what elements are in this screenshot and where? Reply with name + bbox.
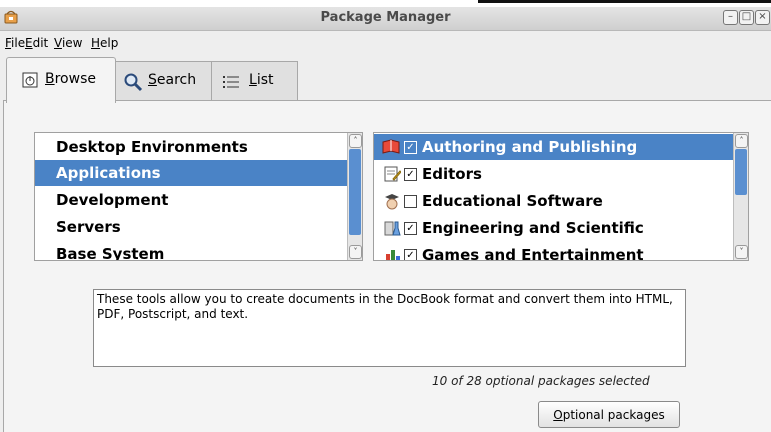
list-item[interactable]: ✓ Games and Entertainment bbox=[374, 242, 734, 260]
scroll-down-icon[interactable]: ˅ bbox=[349, 245, 362, 259]
menu-bar: File Edit View Help bbox=[0, 31, 771, 53]
editor-icon bbox=[384, 166, 401, 182]
package-description: These tools allow you to create document… bbox=[93, 289, 686, 367]
scroll-down-icon[interactable]: ˅ bbox=[735, 245, 748, 259]
list-item[interactable]: Desktop Environments bbox=[35, 134, 362, 160]
category-checkbox[interactable] bbox=[404, 195, 417, 208]
minimize-button[interactable]: – bbox=[723, 10, 738, 25]
window-title: Package Manager bbox=[320, 10, 451, 25]
scroll-thumb[interactable] bbox=[735, 149, 747, 195]
list-item[interactable]: Applications bbox=[35, 160, 347, 186]
scroll-thumb[interactable] bbox=[349, 149, 361, 235]
title-bar[interactable]: Package Manager – □ × bbox=[0, 7, 771, 31]
category-checkbox[interactable]: ✓ bbox=[404, 222, 417, 235]
group-list-scrollbar[interactable]: ˄ ˅ bbox=[347, 133, 362, 260]
optional-packages-button[interactable]: Optional packages bbox=[538, 401, 680, 428]
category-checkbox[interactable]: ✓ bbox=[404, 249, 417, 260]
education-icon bbox=[385, 194, 399, 210]
scroll-up-icon[interactable]: ˄ bbox=[349, 134, 362, 148]
category-list-scrollbar[interactable]: ˄ ˅ bbox=[733, 133, 748, 260]
list-item[interactable]: Development bbox=[35, 187, 362, 213]
close-button[interactable]: × bbox=[755, 10, 770, 25]
science-icon bbox=[384, 221, 401, 236]
list-item[interactable]: ✓ Authoring and Publishing bbox=[374, 134, 734, 160]
top-edge bbox=[0, 0, 771, 7]
menu-help[interactable]: Help bbox=[91, 36, 118, 50]
list-item[interactable]: Base System bbox=[35, 241, 362, 260]
selection-status: 10 of 28 optional packages selected bbox=[432, 374, 650, 388]
maximize-button[interactable]: □ bbox=[739, 10, 754, 25]
package-manager-window: Package Manager – □ × File Edit View Hel… bbox=[0, 0, 771, 432]
games-icon bbox=[386, 250, 400, 260]
scroll-up-icon[interactable]: ˄ bbox=[735, 134, 748, 148]
list-item[interactable]: Educational Software bbox=[374, 188, 734, 214]
category-checkbox[interactable]: ✓ bbox=[404, 141, 417, 154]
tab-search[interactable]: Search bbox=[114, 61, 213, 100]
browse-icon bbox=[22, 72, 38, 88]
list-item[interactable]: Servers bbox=[35, 214, 362, 240]
book-icon bbox=[382, 139, 400, 154]
category-list[interactable]: ✓ Authoring and Publishing ✓ Editors Edu… bbox=[373, 132, 749, 261]
tab-list[interactable]: List bbox=[211, 61, 298, 100]
menu-edit[interactable]: Edit bbox=[25, 36, 48, 50]
list-item[interactable]: ✓ Engineering and Scientific bbox=[374, 215, 734, 241]
search-icon bbox=[124, 73, 143, 92]
category-checkbox[interactable]: ✓ bbox=[404, 168, 417, 181]
list-item[interactable]: ✓ Editors bbox=[374, 161, 734, 187]
tab-browse[interactable]: Browse bbox=[6, 57, 116, 103]
tab-bar: Browse Search List bbox=[0, 57, 771, 103]
group-list[interactable]: Desktop Environments Applications Develo… bbox=[34, 132, 363, 261]
list-icon bbox=[223, 76, 239, 88]
menu-view[interactable]: View bbox=[54, 36, 82, 50]
menu-file[interactable]: File bbox=[5, 36, 25, 50]
